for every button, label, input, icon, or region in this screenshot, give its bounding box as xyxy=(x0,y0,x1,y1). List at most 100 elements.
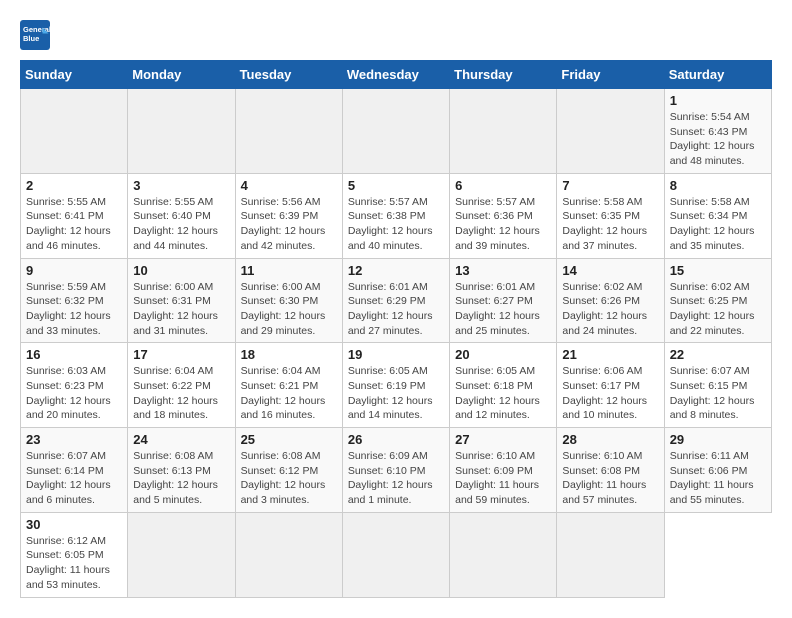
calendar-day-cell: 29 Sunrise: 6:11 AMSunset: 6:06 PMDaylig… xyxy=(664,428,771,513)
day-number: 2 xyxy=(26,178,122,193)
column-header-thursday: Thursday xyxy=(450,61,557,89)
day-info: Sunrise: 6:08 AMSunset: 6:13 PMDaylight:… xyxy=(133,449,229,508)
calendar-day-cell: 17 Sunrise: 6:04 AMSunset: 6:22 PMDaylig… xyxy=(128,343,235,428)
calendar-day-cell: 28 Sunrise: 6:10 AMSunset: 6:08 PMDaylig… xyxy=(557,428,664,513)
day-info: Sunrise: 6:06 AMSunset: 6:17 PMDaylight:… xyxy=(562,364,658,423)
day-info: Sunrise: 5:57 AMSunset: 6:38 PMDaylight:… xyxy=(348,195,444,254)
day-number: 22 xyxy=(670,347,766,362)
calendar-day-cell: 13 Sunrise: 6:01 AMSunset: 6:27 PMDaylig… xyxy=(450,258,557,343)
day-info: Sunrise: 6:09 AMSunset: 6:10 PMDaylight:… xyxy=(348,449,444,508)
day-info: Sunrise: 6:00 AMSunset: 6:31 PMDaylight:… xyxy=(133,280,229,339)
column-header-tuesday: Tuesday xyxy=(235,61,342,89)
logo: General Blue xyxy=(20,20,54,50)
calendar-day-cell xyxy=(235,512,342,597)
calendar-day-cell: 27 Sunrise: 6:10 AMSunset: 6:09 PMDaylig… xyxy=(450,428,557,513)
calendar-day-cell: 8 Sunrise: 5:58 AMSunset: 6:34 PMDayligh… xyxy=(664,173,771,258)
calendar-day-cell xyxy=(342,89,449,174)
day-info: Sunrise: 6:02 AMSunset: 6:25 PMDaylight:… xyxy=(670,280,766,339)
calendar-day-cell xyxy=(557,512,664,597)
day-info: Sunrise: 6:03 AMSunset: 6:23 PMDaylight:… xyxy=(26,364,122,423)
day-number: 29 xyxy=(670,432,766,447)
calendar-day-cell xyxy=(128,512,235,597)
day-number: 21 xyxy=(562,347,658,362)
day-number: 7 xyxy=(562,178,658,193)
day-number: 23 xyxy=(26,432,122,447)
calendar-day-cell xyxy=(235,89,342,174)
day-number: 15 xyxy=(670,263,766,278)
calendar-day-cell: 30 Sunrise: 6:12 AMSunset: 6:05 PMDaylig… xyxy=(21,512,128,597)
page-header: General Blue xyxy=(20,20,772,50)
calendar-day-cell xyxy=(21,89,128,174)
calendar-day-cell: 21 Sunrise: 6:06 AMSunset: 6:17 PMDaylig… xyxy=(557,343,664,428)
day-number: 5 xyxy=(348,178,444,193)
day-info: Sunrise: 5:55 AMSunset: 6:40 PMDaylight:… xyxy=(133,195,229,254)
calendar-day-cell: 20 Sunrise: 6:05 AMSunset: 6:18 PMDaylig… xyxy=(450,343,557,428)
logo-icon: General Blue xyxy=(20,20,50,50)
calendar-day-cell: 18 Sunrise: 6:04 AMSunset: 6:21 PMDaylig… xyxy=(235,343,342,428)
calendar-day-cell xyxy=(450,89,557,174)
day-number: 13 xyxy=(455,263,551,278)
calendar-week-row: 23 Sunrise: 6:07 AMSunset: 6:14 PMDaylig… xyxy=(21,428,772,513)
calendar-week-row: 16 Sunrise: 6:03 AMSunset: 6:23 PMDaylig… xyxy=(21,343,772,428)
day-number: 18 xyxy=(241,347,337,362)
day-info: Sunrise: 6:04 AMSunset: 6:21 PMDaylight:… xyxy=(241,364,337,423)
day-info: Sunrise: 5:55 AMSunset: 6:41 PMDaylight:… xyxy=(26,195,122,254)
column-header-friday: Friday xyxy=(557,61,664,89)
day-info: Sunrise: 5:54 AMSunset: 6:43 PMDaylight:… xyxy=(670,110,766,169)
day-info: Sunrise: 6:12 AMSunset: 6:05 PMDaylight:… xyxy=(26,534,122,593)
day-number: 16 xyxy=(26,347,122,362)
day-number: 3 xyxy=(133,178,229,193)
calendar-day-cell: 11 Sunrise: 6:00 AMSunset: 6:30 PMDaylig… xyxy=(235,258,342,343)
calendar-day-cell: 7 Sunrise: 5:58 AMSunset: 6:35 PMDayligh… xyxy=(557,173,664,258)
calendar-day-cell: 2 Sunrise: 5:55 AMSunset: 6:41 PMDayligh… xyxy=(21,173,128,258)
day-number: 28 xyxy=(562,432,658,447)
day-number: 1 xyxy=(670,93,766,108)
day-number: 30 xyxy=(26,517,122,532)
day-info: Sunrise: 6:05 AMSunset: 6:18 PMDaylight:… xyxy=(455,364,551,423)
calendar-day-cell xyxy=(450,512,557,597)
day-number: 25 xyxy=(241,432,337,447)
day-number: 14 xyxy=(562,263,658,278)
day-info: Sunrise: 5:58 AMSunset: 6:35 PMDaylight:… xyxy=(562,195,658,254)
day-number: 26 xyxy=(348,432,444,447)
day-number: 11 xyxy=(241,263,337,278)
column-header-monday: Monday xyxy=(128,61,235,89)
day-info: Sunrise: 6:07 AMSunset: 6:15 PMDaylight:… xyxy=(670,364,766,423)
calendar-day-cell: 10 Sunrise: 6:00 AMSunset: 6:31 PMDaylig… xyxy=(128,258,235,343)
calendar-day-cell xyxy=(342,512,449,597)
calendar-day-cell: 16 Sunrise: 6:03 AMSunset: 6:23 PMDaylig… xyxy=(21,343,128,428)
day-number: 27 xyxy=(455,432,551,447)
column-header-sunday: Sunday xyxy=(21,61,128,89)
calendar-week-row: 2 Sunrise: 5:55 AMSunset: 6:41 PMDayligh… xyxy=(21,173,772,258)
day-number: 4 xyxy=(241,178,337,193)
svg-text:Blue: Blue xyxy=(23,34,39,43)
day-info: Sunrise: 6:00 AMSunset: 6:30 PMDaylight:… xyxy=(241,280,337,339)
day-info: Sunrise: 5:57 AMSunset: 6:36 PMDaylight:… xyxy=(455,195,551,254)
calendar-day-cell: 3 Sunrise: 5:55 AMSunset: 6:40 PMDayligh… xyxy=(128,173,235,258)
day-info: Sunrise: 5:59 AMSunset: 6:32 PMDaylight:… xyxy=(26,280,122,339)
calendar-week-row: 30 Sunrise: 6:12 AMSunset: 6:05 PMDaylig… xyxy=(21,512,772,597)
calendar-day-cell: 1 Sunrise: 5:54 AMSunset: 6:43 PMDayligh… xyxy=(664,89,771,174)
calendar-day-cell xyxy=(128,89,235,174)
calendar-day-cell: 5 Sunrise: 5:57 AMSunset: 6:38 PMDayligh… xyxy=(342,173,449,258)
calendar-day-cell: 19 Sunrise: 6:05 AMSunset: 6:19 PMDaylig… xyxy=(342,343,449,428)
calendar-header-row: SundayMondayTuesdayWednesdayThursdayFrid… xyxy=(21,61,772,89)
calendar-day-cell: 9 Sunrise: 5:59 AMSunset: 6:32 PMDayligh… xyxy=(21,258,128,343)
calendar-day-cell: 14 Sunrise: 6:02 AMSunset: 6:26 PMDaylig… xyxy=(557,258,664,343)
day-info: Sunrise: 6:08 AMSunset: 6:12 PMDaylight:… xyxy=(241,449,337,508)
calendar-day-cell: 25 Sunrise: 6:08 AMSunset: 6:12 PMDaylig… xyxy=(235,428,342,513)
day-number: 20 xyxy=(455,347,551,362)
day-info: Sunrise: 6:11 AMSunset: 6:06 PMDaylight:… xyxy=(670,449,766,508)
column-header-wednesday: Wednesday xyxy=(342,61,449,89)
day-info: Sunrise: 6:02 AMSunset: 6:26 PMDaylight:… xyxy=(562,280,658,339)
day-info: Sunrise: 6:01 AMSunset: 6:27 PMDaylight:… xyxy=(455,280,551,339)
day-info: Sunrise: 6:10 AMSunset: 6:08 PMDaylight:… xyxy=(562,449,658,508)
calendar-day-cell: 15 Sunrise: 6:02 AMSunset: 6:25 PMDaylig… xyxy=(664,258,771,343)
day-info: Sunrise: 5:58 AMSunset: 6:34 PMDaylight:… xyxy=(670,195,766,254)
calendar-week-row: 9 Sunrise: 5:59 AMSunset: 6:32 PMDayligh… xyxy=(21,258,772,343)
calendar-day-cell: 12 Sunrise: 6:01 AMSunset: 6:29 PMDaylig… xyxy=(342,258,449,343)
calendar-day-cell: 22 Sunrise: 6:07 AMSunset: 6:15 PMDaylig… xyxy=(664,343,771,428)
day-number: 8 xyxy=(670,178,766,193)
calendar-table: SundayMondayTuesdayWednesdayThursdayFrid… xyxy=(20,60,772,598)
day-number: 10 xyxy=(133,263,229,278)
